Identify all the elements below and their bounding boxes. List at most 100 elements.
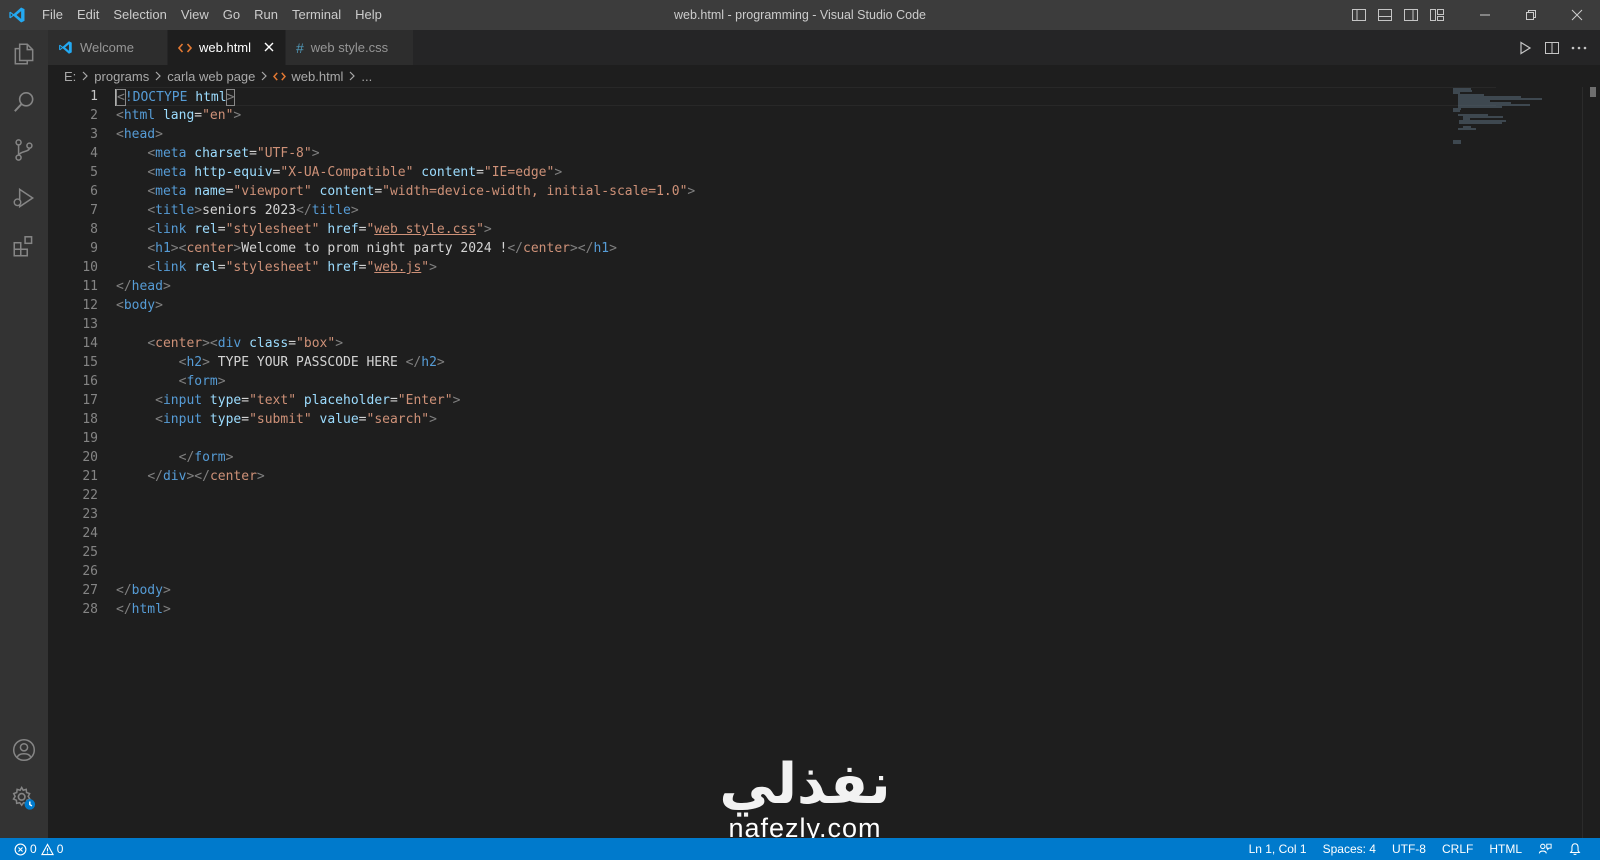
account-icon[interactable] — [0, 726, 48, 774]
menu-terminal[interactable]: Terminal — [285, 0, 348, 30]
encoding-setting[interactable]: UTF-8 — [1384, 838, 1434, 860]
code-line[interactable]: <h2> TYPE YOUR PASSCODE HERE </h2> — [116, 353, 1496, 372]
equals: = — [374, 184, 383, 199]
breadcrumb-file[interactable]: web.html — [273, 69, 343, 84]
code-line[interactable]: <h1><center>Welcome to prom night party … — [116, 239, 1496, 258]
toggle-panel-icon[interactable] — [1372, 0, 1398, 30]
quote: " — [476, 222, 484, 237]
menu-help[interactable]: Help — [348, 0, 389, 30]
code-line[interactable] — [116, 505, 1496, 524]
tab-welcome[interactable]: Welcome — [48, 30, 168, 65]
split-editor-icon[interactable] — [1538, 30, 1565, 65]
language-mode[interactable]: HTML — [1481, 838, 1530, 860]
eol-setting[interactable]: CRLF — [1434, 838, 1481, 860]
feedback-icon[interactable] — [1530, 842, 1560, 856]
code-line[interactable]: <head> — [116, 125, 1496, 144]
tag-bracket: > — [233, 108, 242, 123]
code-editor[interactable]: 1 2 3 4 5 6 7 8 9 10 11 12 13 14 15 16 17 18 19 20 21 22 23 24 2… — [48, 87, 1600, 838]
line-number: 4 — [90, 146, 98, 161]
code-line[interactable]: </body> — [116, 581, 1496, 600]
explorer-icon[interactable] — [0, 30, 48, 78]
attr-name: lang — [155, 108, 195, 123]
tag-bracket: > — [155, 127, 163, 142]
extensions-icon[interactable] — [0, 222, 48, 270]
more-actions-icon[interactable] — [1565, 30, 1592, 65]
menu-file[interactable]: File — [34, 0, 70, 30]
tag-bracket: > — [452, 393, 461, 408]
manage-gear-icon[interactable] — [0, 774, 48, 822]
tab-web-style-css[interactable]: # web style.css — [286, 30, 414, 65]
code-line[interactable] — [116, 543, 1496, 562]
menu-selection[interactable]: Selection — [106, 0, 173, 30]
code-line[interactable] — [116, 562, 1496, 581]
code-line[interactable]: <title>seniors 2023</title> — [116, 201, 1496, 220]
code-line[interactable]: <!DOCTYPE html> — [115, 87, 1496, 106]
run-file-icon[interactable] — [1511, 30, 1538, 65]
code-area[interactable]: <!DOCTYPE html> <html lang="en"> <head> … — [115, 87, 1496, 619]
customize-layout-icon[interactable] — [1424, 0, 1450, 30]
attr-value: "stylesheet" — [225, 222, 320, 237]
tag-bracket: > — [202, 355, 210, 370]
code-line[interactable]: <html lang="en"> — [116, 106, 1496, 125]
line-number: 9 — [90, 241, 98, 256]
code-line[interactable] — [116, 429, 1496, 448]
menu-view[interactable]: View — [174, 0, 216, 30]
scrollbar-slider[interactable] — [1590, 87, 1596, 97]
code-line[interactable]: <body> — [116, 296, 1496, 315]
notifications-bell-icon[interactable] — [1560, 842, 1590, 856]
restore-icon[interactable] — [1508, 0, 1554, 30]
tag-name: link — [155, 222, 187, 237]
minimize-icon[interactable] — [1462, 0, 1508, 30]
equals: = — [358, 412, 367, 427]
code-line[interactable]: <form> — [116, 372, 1496, 391]
code-line[interactable]: </div></center> — [116, 467, 1496, 486]
toggle-primary-sidebar-icon[interactable] — [1346, 0, 1372, 30]
indentation-setting[interactable]: Spaces: 4 — [1315, 838, 1384, 860]
code-line[interactable] — [116, 524, 1496, 543]
close-tab-icon[interactable] — [261, 39, 277, 55]
source-control-icon[interactable] — [0, 126, 48, 174]
doctype-value: html — [187, 90, 227, 105]
file-link[interactable]: web style.css — [374, 222, 476, 237]
breadcrumb-drive[interactable]: E: — [64, 69, 76, 84]
menu-go[interactable]: Go — [216, 0, 247, 30]
cursor-position[interactable]: Ln 1, Col 1 — [1241, 838, 1315, 860]
close-window-icon[interactable] — [1554, 0, 1600, 30]
tag-name: head — [123, 127, 156, 142]
code-line[interactable]: <input type="text" placeholder="Enter"> — [116, 391, 1496, 410]
code-line[interactable] — [116, 486, 1496, 505]
code-line[interactable]: <center><div class="box"> — [116, 334, 1496, 353]
menu-run[interactable]: Run — [247, 0, 285, 30]
code-line[interactable]: <meta name="viewport" content="width=dev… — [116, 182, 1496, 201]
code-line[interactable]: <input type="submit" value="search"> — [116, 410, 1496, 429]
tab-web-html[interactable]: web.html — [168, 30, 286, 65]
search-icon[interactable] — [0, 78, 48, 126]
code-line[interactable]: <link rel="stylesheet" href="web.js"> — [116, 258, 1496, 277]
tag-bracket: > — [162, 602, 171, 617]
code-line[interactable]: </html> — [116, 600, 1496, 619]
code-line[interactable]: <link rel="stylesheet" href="web style.c… — [116, 220, 1496, 239]
code-line[interactable]: <meta charset="UTF-8"> — [116, 144, 1496, 163]
tag-bracket: </ — [116, 583, 132, 598]
code-line[interactable] — [116, 315, 1496, 334]
breadcrumb-programs[interactable]: programs — [94, 69, 149, 84]
attr-value: "en" — [202, 108, 234, 123]
code-line[interactable]: </head> — [116, 277, 1496, 296]
tag-name: h1 — [593, 241, 610, 256]
minimap[interactable] — [1453, 87, 1553, 207]
toggle-secondary-sidebar-icon[interactable] — [1398, 0, 1424, 30]
code-line[interactable]: <meta http-equiv = "X-UA-Compatible" conte… — [116, 163, 1496, 182]
run-debug-icon[interactable] — [0, 174, 48, 222]
line-number: 1 — [90, 89, 98, 104]
tag-bracket: < — [155, 412, 163, 427]
problems-indicator[interactable]: 0 0 — [0, 838, 63, 860]
breadcrumb-carla-web-page[interactable]: carla web page — [167, 69, 255, 84]
menu-edit[interactable]: Edit — [70, 0, 106, 30]
breadcrumb-symbol[interactable]: ... — [361, 69, 372, 84]
code-line[interactable]: </form> — [116, 448, 1496, 467]
tag-name: body — [123, 298, 156, 313]
file-link[interactable]: web.js — [374, 260, 421, 275]
attr-name: http-equiv — [186, 165, 273, 180]
